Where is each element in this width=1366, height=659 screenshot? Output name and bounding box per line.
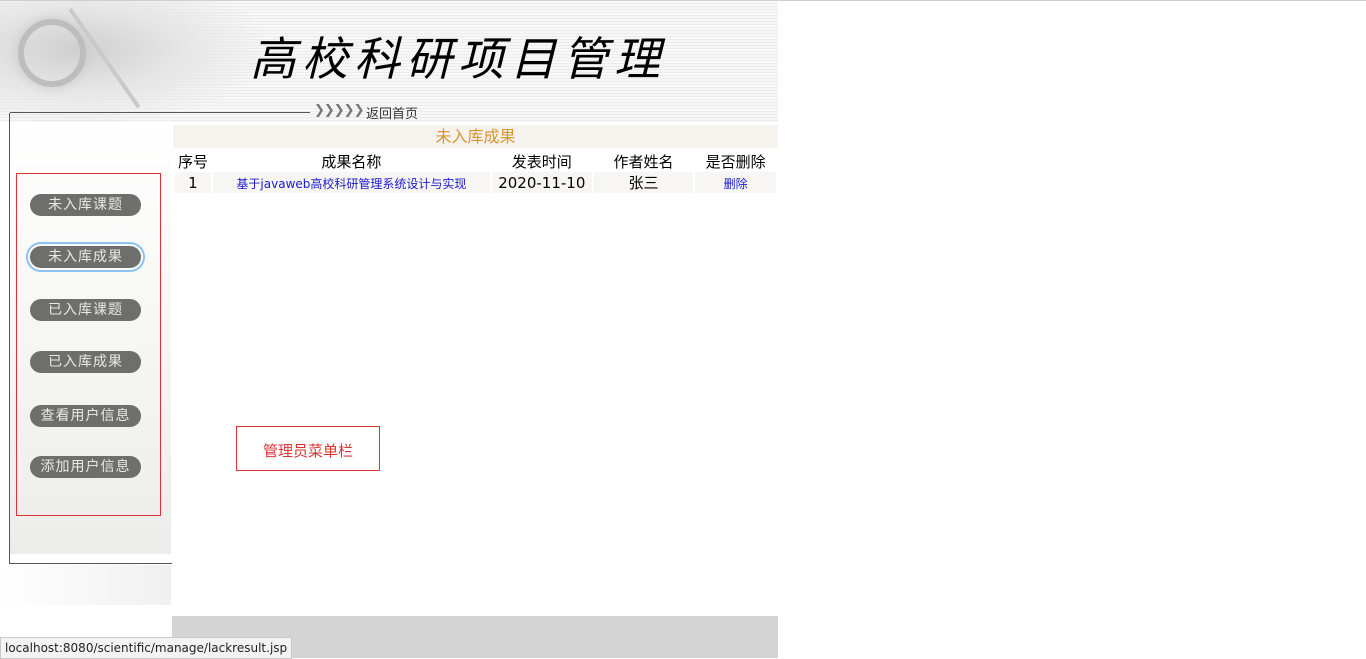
admin-menu-annotation: 管理员菜单栏 — [236, 426, 380, 471]
site-title: 高校科研项目管理 — [250, 32, 666, 86]
column-header-name: 成果名称 — [212, 150, 490, 172]
banner-decoration-icon — [18, 19, 86, 87]
column-header-date: 发表时间 — [491, 150, 592, 172]
column-header-index: 序号 — [175, 150, 211, 172]
table-header-row: 序号 成果名称 发表时间 作者姓名 是否删除 — [175, 150, 776, 172]
sidebar-item-unstored-topics[interactable]: 未入库课题 — [30, 194, 141, 216]
row-name-cell: 基于javaweb高校科研管理系统设计与实现 — [212, 172, 490, 193]
delete-link[interactable]: 删除 — [724, 177, 748, 191]
row-delete-cell: 删除 — [695, 172, 776, 193]
sidebar-item-view-users[interactable]: 查看用户信息 — [30, 405, 141, 427]
row-date: 2020-11-10 — [491, 172, 592, 193]
home-link[interactable]: 返回首页 — [366, 103, 418, 122]
sidebar-fade — [0, 565, 171, 605]
result-name-link[interactable]: 基于javaweb高校科研管理系统设计与实现 — [236, 177, 466, 191]
chevrons-icon: ❯❯❯❯❯ — [314, 103, 364, 118]
sidebar-item-add-user[interactable]: 添加用户信息 — [30, 456, 141, 478]
row-author: 张三 — [593, 172, 694, 193]
sidebar-item-stored-results[interactable]: 已入库成果 — [30, 351, 141, 373]
section-title: 未入库成果 — [173, 125, 778, 148]
status-bar-url: localhost:8080/scientific/manage/lackres… — [0, 637, 293, 659]
table-row: 1 基于javaweb高校科研管理系统设计与实现 2020-11-10 张三 删… — [175, 172, 776, 193]
row-index: 1 — [175, 172, 211, 193]
column-header-delete: 是否删除 — [695, 150, 776, 172]
column-header-author: 作者姓名 — [593, 150, 694, 172]
sidebar-item-unstored-results[interactable]: 未入库成果 — [26, 242, 145, 272]
sidebar-item-stored-topics[interactable]: 已入库课题 — [30, 299, 141, 321]
results-table: 序号 成果名称 发表时间 作者姓名 是否删除 1 基于javaweb高校科研管理… — [173, 150, 778, 193]
